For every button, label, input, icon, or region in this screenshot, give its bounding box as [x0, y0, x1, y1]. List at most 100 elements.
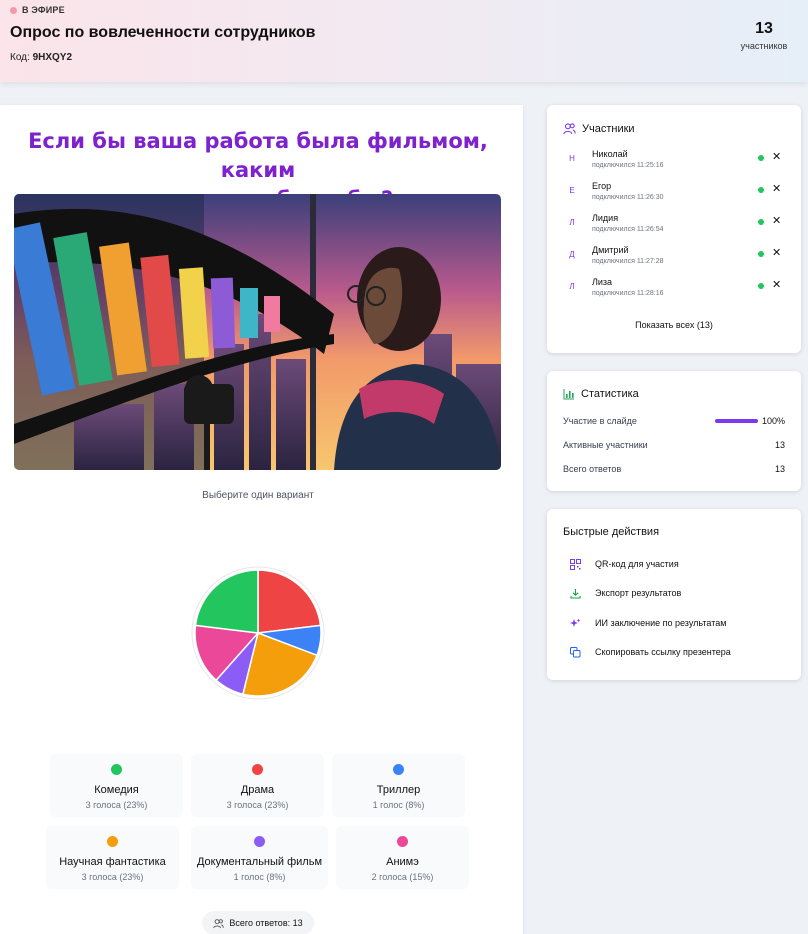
statistics-title-text: Статистика — [581, 388, 639, 400]
remove-participant-button[interactable]: ✕ — [772, 246, 781, 259]
option-name: Комедия — [94, 784, 139, 796]
participant-row: Л Лидия подключился 11:26:54 ✕ — [563, 213, 785, 239]
quick-actions-title: Быстрые действия — [563, 526, 660, 538]
option-votes: 2 голоса (15%) — [371, 872, 434, 882]
option-name: Научная фантастика — [59, 856, 166, 868]
online-status-icon — [758, 251, 764, 257]
option-color-dot — [397, 836, 408, 847]
online-status-icon — [758, 283, 764, 289]
statistics-card: Статистика Участие в слайде 100% Активны… — [547, 371, 801, 491]
code-label: Код: — [10, 52, 30, 63]
participant-row: Н Николай подключился 11:25:16 ✕ — [563, 149, 785, 175]
pie-slice-1 — [257, 569, 322, 634]
participants-title-text: Участники — [582, 122, 635, 135]
participant-avatar: Н — [569, 154, 575, 163]
qr-code-icon — [569, 558, 581, 570]
option-card-documentary: Документальный фильм 1 голос (8%) — [191, 826, 328, 889]
option-name: Анимэ — [386, 856, 419, 868]
sparkles-icon — [569, 617, 581, 629]
option-card-comedy: Комедия 3 голоса (23%) — [50, 754, 183, 817]
live-indicator: В ЭФИРЕ — [10, 5, 65, 15]
participant-name: Лиза — [592, 277, 613, 287]
action-ai-summary[interactable]: ИИ заключение по результатам — [569, 617, 726, 629]
session-title: Опрос по вовлеченности сотрудников — [10, 24, 316, 41]
participant-time: подключился 11:26:30 — [592, 194, 664, 201]
bar-chart-icon — [563, 389, 574, 400]
statistics-card-title: Статистика — [563, 388, 639, 400]
remove-participant-button[interactable]: ✕ — [772, 182, 781, 195]
copy-icon — [569, 646, 581, 658]
remove-participant-button[interactable]: ✕ — [772, 150, 781, 163]
participant-row: Д Дмитрий подключился 11:27:28 ✕ — [563, 245, 785, 271]
total-answers-badge: Всего ответов: 13 — [202, 911, 314, 934]
option-color-dot — [254, 836, 265, 847]
participant-time: подключился 11:28:16 — [592, 290, 664, 297]
pie-slice-0 — [194, 569, 259, 634]
users-icon — [563, 123, 576, 135]
download-icon — [569, 587, 581, 599]
results-pie-chart — [191, 566, 325, 700]
online-status-icon — [758, 219, 764, 225]
top-header: В ЭФИРЕ Опрос по вовлеченности сотрудник… — [0, 0, 808, 82]
participant-time: подключился 11:25:16 — [592, 162, 664, 169]
users-icon — [213, 918, 225, 928]
online-status-icon — [758, 155, 764, 161]
option-color-dot — [252, 764, 263, 775]
quick-actions-card: Быстрые действия QR-код для участия Эксп… — [547, 509, 801, 680]
participants-card: Участники Н Николай подключился 11:25:16… — [547, 105, 801, 353]
option-name: Документальный фильм — [196, 856, 323, 868]
question-line-1: Если бы ваша работа была фильмом, каким — [28, 129, 488, 182]
action-label: ИИ заключение по результатам — [595, 618, 727, 628]
action-qr-code[interactable]: QR-код для участия — [569, 558, 679, 570]
participant-avatar: Е — [569, 186, 575, 195]
option-color-dot — [107, 836, 118, 847]
remove-participant-button[interactable]: ✕ — [772, 214, 781, 227]
participant-time: подключился 11:26:54 — [592, 226, 664, 233]
participant-row: Л Лиза подключился 11:28:16 ✕ — [563, 277, 785, 303]
option-card-drama: Драма 3 голоса (23%) — [191, 754, 324, 817]
option-votes: 1 голос (8%) — [372, 800, 425, 810]
selection-hint: Выберите один вариант — [202, 490, 314, 501]
participants-counter: 13 участников — [734, 20, 794, 51]
option-card-anime: Анимэ 2 голоса (15%) — [336, 826, 469, 889]
participant-name: Лидия — [592, 213, 619, 223]
live-dot-icon — [10, 6, 17, 14]
code-value: 9HXQY2 — [32, 52, 73, 63]
participants-count: 13 — [755, 20, 773, 37]
stat-row-answers: Всего ответов 13 — [563, 464, 785, 474]
total-answers-label: Всего ответов: 13 — [229, 918, 303, 928]
stat-label: Активные участники — [563, 440, 648, 450]
participant-time: подключился 11:27:28 — [592, 258, 664, 265]
participant-avatar: Л — [569, 282, 575, 291]
participants-card-title: Участники — [563, 122, 635, 135]
slide-panel: Если бы ваша работа была фильмом, каким … — [0, 105, 523, 934]
option-color-dot — [111, 764, 122, 775]
stat-label: Всего ответов — [563, 464, 622, 474]
show-all-participants-button[interactable]: Показать всех (13) — [547, 320, 801, 330]
stat-label: Участие в слайде — [563, 416, 637, 426]
option-votes: 1 голос (8%) — [233, 872, 286, 882]
option-votes: 3 голоса (23%) — [85, 800, 148, 810]
option-color-dot — [393, 764, 404, 775]
participation-progress-bar — [715, 419, 758, 423]
action-export-results[interactable]: Экспорт результатов — [569, 587, 681, 599]
participants-count-label: участников — [740, 41, 788, 51]
stat-value: 13 — [774, 464, 785, 474]
participant-name: Егор — [592, 181, 612, 191]
action-label: Скопировать ссылку презентера — [595, 647, 731, 657]
option-card-thriller: Триллер 1 голос (8%) — [332, 754, 465, 817]
action-copy-presenter-link[interactable]: Скопировать ссылку презентера — [569, 646, 731, 658]
option-card-scifi: Научная фантастика 3 голоса (23%) — [46, 826, 179, 889]
stat-value: 13 — [774, 440, 785, 450]
action-label: QR-код для участия — [595, 559, 679, 569]
participant-row: Е Егор подключился 11:26:30 ✕ — [563, 181, 785, 207]
option-name: Триллер — [376, 784, 421, 796]
participant-name: Дмитрий — [592, 245, 629, 255]
film-illustration-image — [14, 194, 501, 470]
option-name: Драма — [240, 784, 275, 796]
option-votes: 3 голоса (23%) — [81, 872, 144, 882]
participant-avatar: Д — [569, 250, 575, 259]
stat-row-active: Активные участники 13 — [563, 440, 785, 450]
remove-participant-button[interactable]: ✕ — [772, 278, 781, 291]
participant-name: Николай — [592, 149, 628, 159]
